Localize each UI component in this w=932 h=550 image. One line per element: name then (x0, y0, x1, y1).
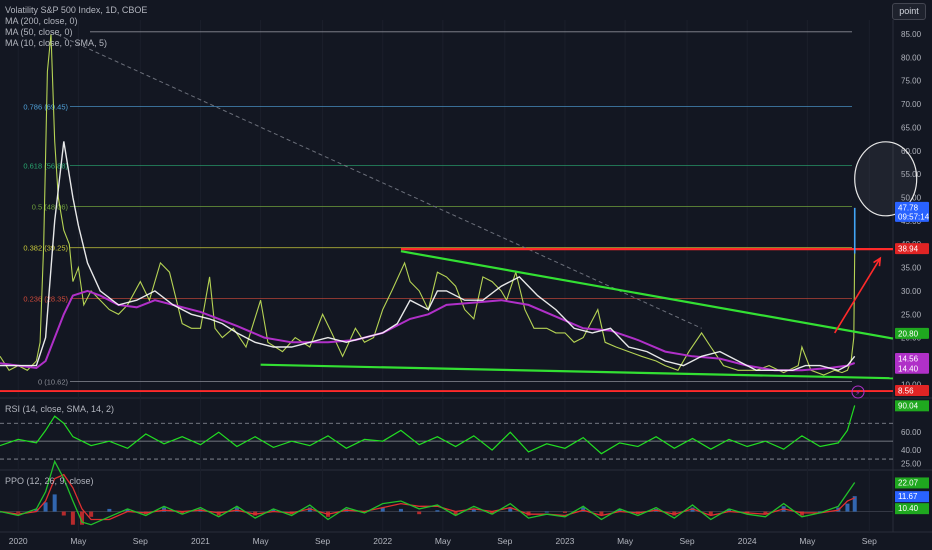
rsi-y-tick-label: 25.00 (901, 460, 922, 469)
lightning-icon: ⚡ (855, 389, 861, 398)
rsi-y-tick-label: 60.00 (901, 428, 922, 437)
ppo-histogram-bar (43, 502, 48, 512)
legend-ma50: MA (50, close, 0) (5, 27, 73, 37)
y-tick-label: 70.00 (901, 100, 922, 109)
main-legend: Volatility S&P 500 Index, 1D, CBOE MA (2… (5, 5, 147, 49)
price-badge-label: 8.56 (898, 387, 914, 396)
ppo-histogram-bar (562, 511, 567, 513)
x-tick-label: May (253, 536, 270, 546)
fib-level-label: 0.5 (48.06) (32, 203, 69, 212)
x-tick-label: 2021 (191, 536, 210, 546)
support-trendline (260, 363, 894, 380)
diagonal-trendline (50, 31, 702, 329)
legend-ppo: PPO (12, 26, 9, close) (5, 476, 94, 486)
ppo-histogram-bar (845, 503, 850, 512)
ppo-histogram-bar (61, 511, 66, 516)
ppo-histogram-bar (16, 511, 21, 513)
price-badge-label: 47.78 (898, 203, 919, 212)
x-tick-label: May (435, 536, 452, 546)
arrow-line (833, 257, 881, 334)
fib-level-label: 0.786 (69.45) (23, 103, 68, 112)
y-tick-label: 25.00 (901, 310, 922, 319)
rsi-value-label: 90.04 (898, 401, 919, 410)
ppo-signal-series (0, 473, 855, 521)
price-badge-timer: 09:57:14 (898, 212, 930, 221)
ppo-histogram-bar (89, 511, 94, 517)
ppo-histogram-bar (435, 510, 440, 512)
legend-ma200: MA (200, close, 0) (5, 16, 78, 26)
ppo-value-label: 22.07 (898, 478, 919, 487)
y-tick-label: 75.00 (901, 77, 922, 86)
x-tick-label: Sep (862, 536, 877, 546)
x-tick-label: 2022 (373, 536, 392, 546)
x-tick-label: Sep (315, 536, 330, 546)
y-tick-label: 30.00 (901, 287, 922, 296)
price-badge-label: 38.94 (898, 245, 919, 254)
price-series (0, 33, 856, 376)
ppo-value-label: 11.67 (898, 492, 918, 501)
x-tick-label: May (617, 536, 634, 546)
fib-level-label: 0.236 (28.35) (23, 295, 68, 304)
legend-ma10: MA (10, close, 0, SMA, 5) (5, 38, 108, 48)
descending-trendline (400, 250, 894, 340)
ppo-histogram-bar (70, 511, 75, 525)
x-tick-label: Sep (133, 536, 148, 546)
rsi-series (0, 405, 856, 455)
x-tick-label: May (799, 536, 816, 546)
x-tick-label: May (70, 536, 87, 546)
ppo-series (0, 459, 856, 526)
point-scale-button[interactable]: point (892, 3, 926, 20)
ppo-histogram-bar (417, 511, 422, 515)
ppo-histogram-bar (398, 508, 403, 512)
chart-canvas[interactable]: 2020 May Sep 2021 May Sep 2022 May Sep 2023 May Sep… (0, 0, 932, 550)
y-tick-label: 35.00 (901, 264, 922, 273)
rsi-y-tick-label: 40.00 (901, 446, 922, 455)
price-badge-label: 20.80 (898, 329, 919, 338)
x-tick-label: 2020 (9, 536, 28, 546)
ppo-value-label: 10.40 (898, 504, 919, 513)
price-badge-label: 14.40 (898, 364, 919, 373)
x-tick-label: Sep (680, 536, 695, 546)
x-tick-label: 2024 (738, 536, 757, 546)
price-badge-label: 14.56 (898, 355, 919, 364)
fib-level-label: 0 (10.62) (38, 377, 69, 386)
x-tick-label: Sep (497, 536, 512, 546)
y-tick-label: 85.00 (901, 30, 922, 39)
legend-rsi: RSI (14, close, SMA, 14, 2) (5, 404, 115, 414)
y-tick-label: 80.00 (901, 53, 922, 62)
ppo-histogram-bar (107, 508, 112, 512)
y-tick-label: 65.00 (901, 123, 922, 132)
fib-level-label: 0.382 (39.25) (23, 244, 68, 253)
legend-title: Volatility S&P 500 Index, 1D, CBOE (5, 5, 148, 15)
ppo-histogram-bar (52, 494, 57, 512)
ppo-histogram-bar (544, 511, 549, 513)
x-tick-label: 2023 (555, 536, 574, 546)
